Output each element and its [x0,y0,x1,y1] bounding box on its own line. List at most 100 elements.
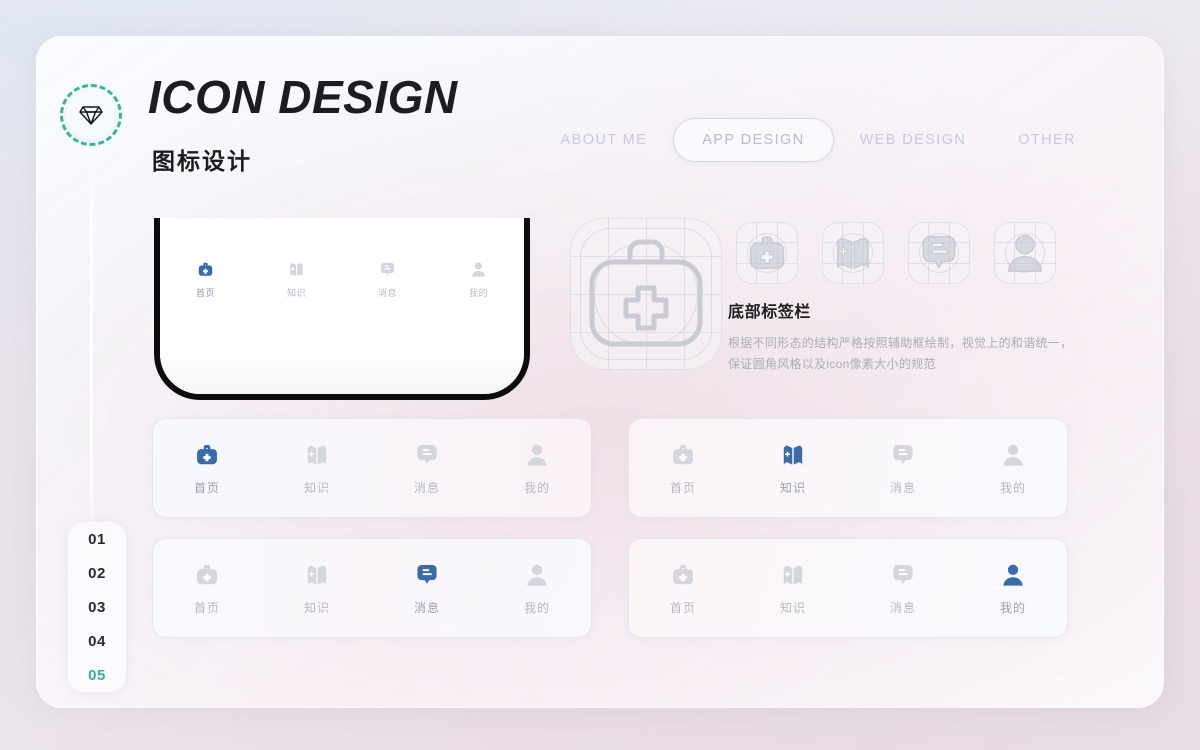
person-icon [523,561,551,589]
guide-icon-row [736,222,1056,284]
tabbar-card: 首页 知识 消息 我的 [152,538,592,638]
pagination-item-01[interactable]: 01 [88,526,106,553]
person-icon [469,260,488,279]
tabbar-tab-label: 知识 [779,480,806,495]
message-icon [378,260,397,279]
tabbar-tab-label: 知识 [303,480,330,495]
person-icon [999,441,1027,469]
tabbar-tab-book[interactable]: 知识 [738,561,848,616]
phone-tab-message[interactable]: 消息 [342,260,433,299]
tabbar-tab-label: 我的 [999,600,1026,615]
tabbar-card: 首页 知识 消息 我的 [152,418,592,518]
tabbar-tab-briefcase[interactable]: 首页 [628,561,738,616]
briefcase-icon [196,260,215,279]
phone-tab-person[interactable]: 我的 [433,260,524,299]
tabbar-tab-label: 首页 [669,480,696,495]
tabbar-tab-label: 消息 [413,600,440,615]
tabbar-tab-label: 知识 [779,600,806,615]
tabbar-tab-label: 消息 [413,480,440,495]
nav-item-other[interactable]: OTHER [992,132,1102,148]
briefcase-icon [193,561,221,589]
tabbar-tab-message[interactable]: 消息 [848,441,958,496]
tabbar-tab-label: 首页 [669,600,696,615]
briefcase-guide-icon [736,222,798,284]
main-card: ICON DESIGN 图标设计 ABOUT ME APP DESIGN WEB D… [36,36,1164,708]
book-icon [779,441,807,469]
tabbar-tab-label: 知识 [303,600,330,615]
book-icon [779,561,807,589]
message-icon [889,441,917,469]
tabbar-tab-book[interactable]: 知识 [738,441,848,496]
phone-mockup: 首页 知识 消息 我的 [154,218,530,400]
tabbar-tab-label: 消息 [889,480,916,495]
construction-grid [908,222,970,284]
tabbar-tab-briefcase[interactable]: 首页 [152,441,262,496]
header: ICON DESIGN 图标设计 ABOUT ME APP DESIGN WEB D… [36,36,1164,176]
person-icon [523,441,551,469]
person-guide-icon [994,222,1056,284]
briefcase-icon [669,561,697,589]
nav-item-web-design[interactable]: WEB DESIGN [834,132,993,148]
pagination-item-05[interactable]: 05 [88,662,106,689]
nav-item-app-design[interactable]: APP DESIGN [673,118,834,162]
tabbar-tab-person[interactable]: 我的 [958,441,1068,496]
message-guide-icon [908,222,970,284]
main-navigation: ABOUT ME APP DESIGN WEB DESIGN OTHER [535,118,1102,162]
pagination-item-04[interactable]: 04 [88,628,106,655]
tabbar-card: 首页 知识 消息 我的 [628,418,1068,518]
book-guide-icon [822,222,884,284]
phone-tabbar: 首页 知识 消息 我的 [160,260,524,299]
page-title: ICON DESIGN [148,71,458,123]
phone-tab-label: 首页 [195,288,215,298]
briefcase-guide-icon [570,218,722,370]
pagination-item-03[interactable]: 03 [88,594,106,621]
description-body: 根据不同形态的结构严格按照辅助框绘制，视觉上的和谐统一，保证圆角风格以及icon… [728,336,1073,371]
tabbar-tab-briefcase[interactable]: 首页 [628,441,738,496]
tabbar-card: 首页 知识 消息 我的 [628,538,1068,638]
construction-grid [994,222,1056,284]
logo-inner-circle [66,90,116,140]
pagination: 01 02 03 04 05 [68,522,126,692]
book-icon [303,441,331,469]
message-icon [413,561,441,589]
phone-tab-book[interactable]: 知识 [251,260,342,299]
pagination-item-02[interactable]: 02 [88,560,106,587]
tabbar-tab-person[interactable]: 我的 [482,561,592,616]
tabbar-tab-book[interactable]: 知识 [262,561,372,616]
tabbar-tab-book[interactable]: 知识 [262,441,372,496]
construction-grid [822,222,884,284]
tabbar-tab-message[interactable]: 消息 [372,561,482,616]
tabbar-tab-label: 我的 [523,480,550,495]
construction-grid [736,222,798,284]
description-title: 底部标签栏 [728,304,812,321]
message-icon [413,441,441,469]
phone-tab-briefcase[interactable]: 首页 [160,260,251,299]
phone-tab-label: 我的 [468,288,488,298]
tabbar-tab-label: 我的 [523,600,550,615]
page-subtitle: 图标设计 [152,148,252,174]
tabbar-tab-message[interactable]: 消息 [372,441,482,496]
phone-tab-label: 知识 [286,288,306,298]
vertical-divider [90,168,93,526]
briefcase-icon [669,441,697,469]
nav-item-about-me[interactable]: ABOUT ME [535,132,674,148]
tabbar-tab-message[interactable]: 消息 [848,561,958,616]
description-block: 底部标签栏 根据不同形态的结构严格按照辅助框绘制，视觉上的和谐统一，保证圆角风格… [728,298,1078,375]
phone-screen: 首页 知识 消息 我的 [160,218,524,394]
tabbar-tab-label: 我的 [999,480,1026,495]
phone-tab-label: 消息 [377,288,397,298]
person-icon [999,561,1027,589]
logo-badge [60,84,122,146]
book-icon [303,561,331,589]
message-icon [889,561,917,589]
diamond-icon [78,103,104,127]
tabbar-tab-label: 首页 [193,600,220,615]
tabbar-tab-person[interactable]: 我的 [958,561,1068,616]
book-icon [287,260,306,279]
tabbar-tab-label: 首页 [193,480,220,495]
tabbar-tab-person[interactable]: 我的 [482,441,592,496]
tabbar-tab-briefcase[interactable]: 首页 [152,561,262,616]
brand-block: ICON DESIGN 图标设计 [148,74,458,176]
briefcase-icon [193,441,221,469]
tabbar-tab-label: 消息 [889,600,916,615]
